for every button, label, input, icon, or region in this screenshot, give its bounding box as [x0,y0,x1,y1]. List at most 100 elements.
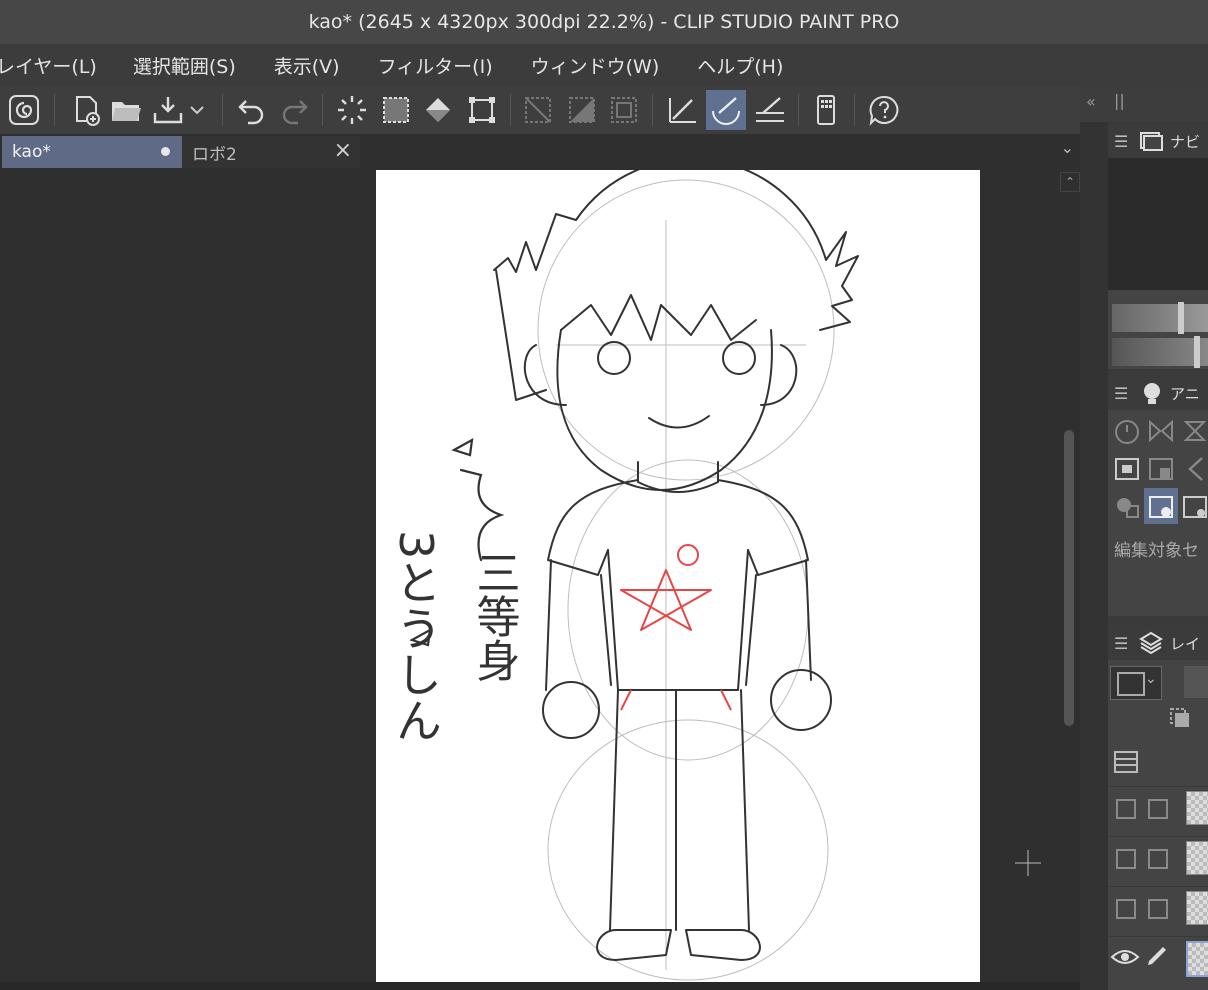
scroll-thumb[interactable] [1064,430,1074,726]
panel-menu-icon[interactable]: ☰ [1114,384,1132,403]
select-all-icon[interactable] [376,90,416,130]
previous-frame-icon[interactable] [1180,454,1208,484]
snap-to-ruler-icon[interactable] [662,90,702,130]
layer-row[interactable] [1108,786,1208,827]
tab-kao[interactable]: kao* [2,136,182,168]
modified-indicator-icon [161,147,170,156]
clip-layer-icon[interactable] [1168,706,1192,730]
menu-view[interactable]: 表示(V) [274,52,340,79]
blend-mode-dropdown[interactable]: ⌄ [1110,666,1162,700]
animation-panel: ☰ アニ 編集対象セ [1108,376,1208,616]
drawing-canvas[interactable]: 三等身 3とうしん [376,158,980,982]
smartphone-icon[interactable] [806,90,846,130]
onion-skin-icon[interactable] [1180,416,1208,446]
redo-icon[interactable] [274,90,314,130]
navigator-panel: ☰ ナビ [1108,124,1208,369]
window-title-bar: kao* (2645 x 4320px 300dpi 22.2%) - CLIP… [0,0,1208,44]
tab-list-dropdown-icon[interactable]: ⌄ [1061,138,1074,157]
visibility-toggle[interactable] [1116,799,1136,819]
layer-thumbnail [1186,841,1208,875]
toolbar-separator [854,94,855,126]
save-dropdown-icon[interactable] [184,90,210,130]
ruler-snap-special-icon[interactable] [604,90,644,130]
fill-icon[interactable] [418,90,458,130]
ruler-snap-off-icon[interactable] [518,90,558,130]
help-icon[interactable] [864,90,904,130]
command-bar [0,86,1080,134]
layer-thumbnail [1186,941,1208,977]
layer-panel-header[interactable]: ☰ レイ [1108,626,1208,660]
save-icon[interactable] [148,90,188,130]
visibility-toggle[interactable] [1116,899,1136,919]
new-file-icon[interactable] [66,90,106,130]
flip-icon[interactable] [1146,416,1176,446]
menu-layer[interactable]: レイヤー(L) [0,52,97,79]
menu-window[interactable]: ウィンドウ(W) [531,52,660,79]
close-tab-icon[interactable]: × [334,138,352,163]
edit-cel-icon[interactable] [1146,492,1176,522]
visibility-toggle[interactable] [1116,849,1136,869]
lock-toggle[interactable] [1148,849,1168,869]
register-light-table-icon[interactable] [1112,492,1142,522]
layer-row[interactable] [1108,886,1208,927]
eye-icon[interactable] [1110,947,1140,967]
navigator-panel-header[interactable]: ☰ ナビ [1108,124,1208,158]
layers-icon [1139,631,1163,655]
ruler-snap-icon[interactable] [562,90,602,130]
layer-panel: ☰ レイ ⌄ [1108,626,1208,990]
layer-row[interactable] [1108,836,1208,877]
rotate-slider[interactable] [1112,336,1208,368]
collapse-dock-icon[interactable]: « [1086,92,1096,111]
tab-label: ロボ2 [192,144,237,165]
snap-to-special-ruler-icon[interactable] [706,90,746,130]
toolbar-separator [510,94,511,126]
clip-studio-icon[interactable] [4,90,44,130]
scroll-up-icon[interactable]: ⌃ [1060,172,1080,192]
lock-toggle[interactable] [1148,899,1168,919]
lightbulb-icon [1144,383,1160,404]
dock-gutter [1080,122,1108,990]
cel-settings-icon[interactable] [1180,492,1208,522]
timer-icon[interactable] [1112,416,1142,446]
panel-title: レイ [1170,634,1201,653]
canvas-workspace[interactable]: 三等身 3とうしん ⌃ [0,158,1080,990]
dock-collapse-bar[interactable]: « || [1080,86,1208,122]
panel-menu-icon[interactable]: ☰ [1114,634,1132,653]
layer-thumbnail [1186,791,1208,825]
window-title: kao* (2645 x 4320px 300dpi 22.2%) - CLIP… [308,11,900,33]
transform-icon[interactable] [462,90,502,130]
canvas-horizontal-scrollbar[interactable] [0,982,1080,990]
opacity-field[interactable] [1184,666,1208,698]
light-table-icon[interactable] [1112,454,1142,484]
undo-icon[interactable] [232,90,272,130]
menu-selection[interactable]: 選択範囲(S) [133,52,236,79]
toolbar-separator [222,94,223,126]
layer-thumbnail [1186,891,1208,925]
zoom-slider[interactable] [1112,302,1208,334]
layer-properties-icon[interactable] [1112,748,1140,776]
navigator-preview [1108,158,1208,290]
right-panel-dock: « || ☰ ナビ ☰ アニ 編集対象セ ☰ レイ ⌄ [1080,86,1208,990]
pen-icon[interactable] [1144,945,1170,969]
annotation-kana: 3とうしん [389,530,443,743]
crosshair-cursor-icon [1015,850,1041,876]
dock-grip-icon[interactable]: || [1114,91,1125,110]
snap-to-grid-icon[interactable] [750,90,790,130]
animation-panel-header[interactable]: ☰ アニ [1108,376,1208,410]
open-folder-icon[interactable] [106,90,146,130]
sketch-drawing: 三等身 3とうしん [389,158,859,981]
canvas-vertical-scrollbar[interactable]: ⌃ [1058,170,1080,982]
clear-selection-icon[interactable] [332,90,372,130]
tab-robo2[interactable]: ロボ2 × [182,136,360,168]
panel-menu-icon[interactable]: ☰ [1114,132,1132,151]
toolbar-separator [798,94,799,126]
toolbar-separator [652,94,653,126]
navigator-icon [1140,132,1163,151]
document-tab-bar: kao* ロボ2 × ⌄ [0,134,1080,170]
menu-help[interactable]: ヘルプ(H) [697,52,783,79]
menu-filter[interactable]: フィルター(I) [378,52,493,79]
lock-cel-icon[interactable] [1146,454,1176,484]
layer-row-active[interactable] [1108,936,1208,977]
lock-toggle[interactable] [1148,799,1168,819]
toolbar-separator [322,94,323,126]
